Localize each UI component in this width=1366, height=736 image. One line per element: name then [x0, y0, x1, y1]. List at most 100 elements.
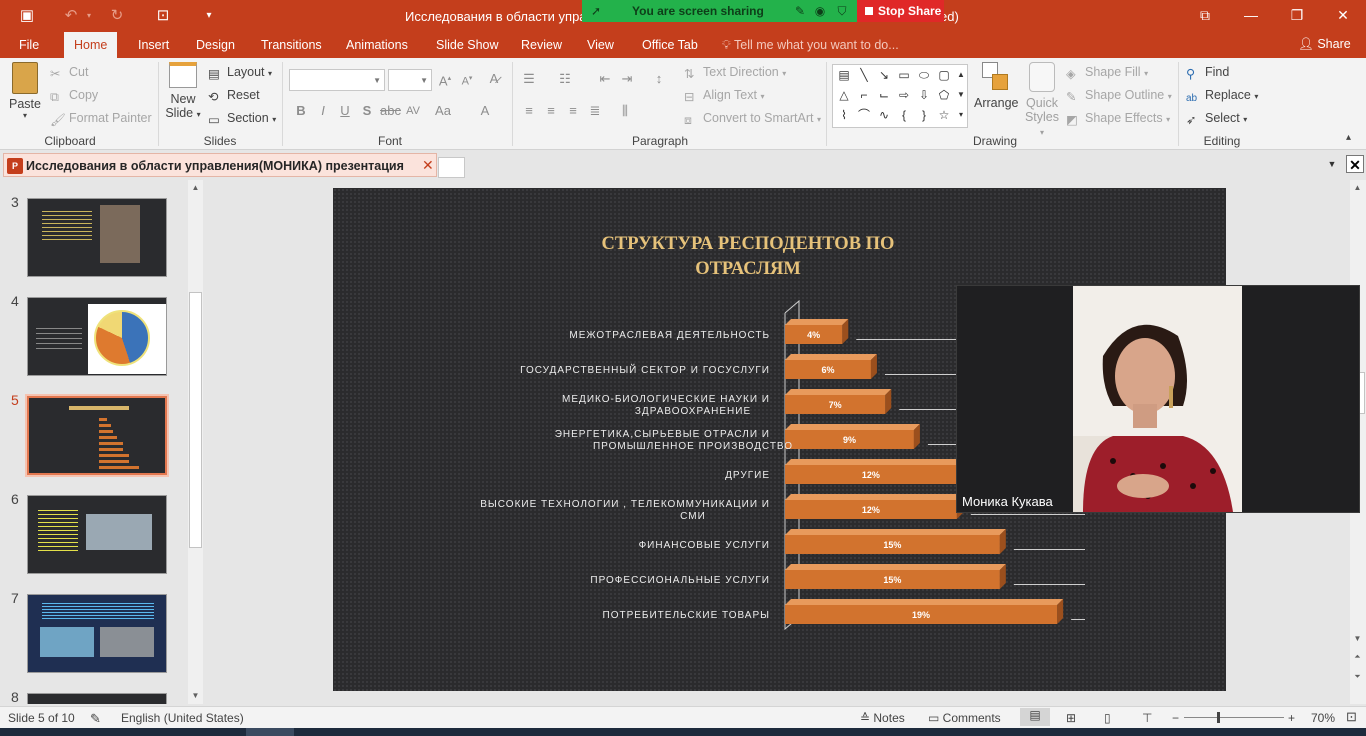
- rounded-rect-shape-icon[interactable]: ▢: [935, 66, 953, 84]
- fit-slide-icon[interactable]: ⊡: [1346, 709, 1357, 725]
- reading-view-icon[interactable]: ▯: [1104, 711, 1111, 725]
- notes-button[interactable]: ≙ Notes: [860, 711, 905, 725]
- text-shadow-icon[interactable]: S: [358, 102, 376, 120]
- arc-shape-icon[interactable]: ⌒: [855, 106, 873, 124]
- convert-smartart-button[interactable]: ⧈ Convert to SmartArt ▾: [684, 111, 821, 127]
- right-brace-shape-icon[interactable]: }: [915, 106, 933, 124]
- slide-thumbnail-5[interactable]: [25, 394, 169, 477]
- tab-insert[interactable]: Insert: [138, 38, 169, 52]
- star-shape-icon[interactable]: ☆: [935, 106, 953, 124]
- spelling-check-icon[interactable]: ✎: [90, 711, 101, 727]
- clear-formatting-icon[interactable]: A̷: [485, 70, 503, 88]
- align-center-icon[interactable]: ≡: [542, 102, 560, 120]
- tab-slide-show[interactable]: Slide Show: [436, 38, 499, 52]
- zoom-slider-thumb[interactable]: [1217, 712, 1220, 723]
- zoom-in-button[interactable]: +: [1288, 711, 1295, 725]
- tab-office-tab[interactable]: Office Tab: [642, 38, 698, 52]
- shape-outline-button[interactable]: ✎ Shape Outline ▾: [1066, 88, 1172, 104]
- bold-icon[interactable]: B: [292, 102, 310, 120]
- oval-shape-icon[interactable]: ⬭: [915, 66, 933, 84]
- zoom-level[interactable]: 70%: [1311, 711, 1335, 725]
- shape-effects-button[interactable]: ◩ Shape Effects ▾: [1066, 111, 1170, 127]
- close-all-tabs-icon[interactable]: ✕: [1346, 155, 1364, 173]
- align-right-icon[interactable]: ≡: [564, 102, 582, 120]
- font-name-combo[interactable]: ▼: [289, 69, 385, 91]
- rectangle-shape-icon[interactable]: ▭: [895, 66, 913, 84]
- scroll-up-icon[interactable]: ▲: [189, 182, 202, 194]
- bullets-icon[interactable]: ☰: [520, 70, 538, 88]
- restore-button[interactable]: ❐: [1282, 4, 1312, 26]
- customize-qat-icon[interactable]: ▾: [198, 6, 220, 26]
- shapes-gallery[interactable]: ▤ ╲ ↘ ▭ ⬭ ▢ △ ⌐ ⌙ ⇨ ⇩ ⬠ ⌇ ⌒ ∿ { } ☆ ▲ ▼ …: [832, 64, 968, 128]
- stop-share-button[interactable]: Stop Share: [857, 0, 944, 22]
- quick-styles-button[interactable]: Quick Styles ▾: [1022, 62, 1062, 138]
- freeform-shape-icon[interactable]: ⬠: [935, 86, 953, 104]
- normal-view-icon[interactable]: ▤: [1020, 708, 1050, 726]
- character-spacing-icon[interactable]: AV: [404, 102, 422, 120]
- font-size-combo[interactable]: ▼: [388, 69, 432, 91]
- thumbnail-scroll-thumb[interactable]: [189, 292, 202, 548]
- previous-slide-icon[interactable]: ⏶: [1351, 651, 1364, 663]
- tab-animations[interactable]: Animations: [346, 38, 408, 52]
- mic-muted-icon[interactable]: ✎: [792, 3, 808, 19]
- section-button[interactable]: ▭ Section ▾: [208, 111, 276, 127]
- thumbnail-scrollbar[interactable]: ▲ ▼: [188, 180, 203, 704]
- minimize-button[interactable]: —: [1236, 4, 1266, 26]
- scroll-down-icon[interactable]: ▼: [189, 690, 202, 702]
- wave-shape-icon[interactable]: ∿: [875, 106, 893, 124]
- font-color-icon[interactable]: A: [476, 102, 494, 120]
- tab-design[interactable]: Design: [196, 38, 235, 52]
- close-tab-icon[interactable]: ✕: [422, 157, 434, 174]
- paste-button[interactable]: Paste ▾: [8, 62, 42, 120]
- arrow-line-shape-icon[interactable]: ↘: [875, 66, 893, 84]
- copy-button[interactable]: ⧉ Copy: [50, 88, 98, 104]
- tell-me-search[interactable]: 💡︎ Tell me what you want to do...: [722, 38, 899, 53]
- zoom-out-button[interactable]: −: [1172, 711, 1179, 725]
- shield-icon[interactable]: ⛉: [834, 3, 850, 19]
- slide-thumbnail-3[interactable]: [27, 198, 167, 277]
- next-slide-icon[interactable]: ⏷: [1351, 671, 1364, 683]
- shrink-font-icon[interactable]: A▾: [458, 70, 476, 88]
- new-slide-button[interactable]: New Slide ▾: [164, 62, 202, 120]
- taskbar-active-app[interactable]: [246, 728, 294, 736]
- decrease-indent-icon[interactable]: ⇤: [596, 70, 614, 88]
- underline-icon[interactable]: U: [336, 102, 354, 120]
- scroll-down-icon[interactable]: ▼: [1351, 633, 1364, 645]
- slide-thumbnail-4[interactable]: [27, 297, 167, 376]
- ribbon-display-options-icon[interactable]: ⧉: [1190, 4, 1220, 26]
- undo-dropdown-icon[interactable]: ▾: [84, 6, 94, 26]
- justify-icon[interactable]: ≣: [586, 102, 604, 120]
- layout-button[interactable]: ▤ Layout ▾: [208, 65, 272, 81]
- italic-icon[interactable]: I: [314, 102, 332, 120]
- undo-icon[interactable]: ↶: [60, 6, 82, 26]
- textbox-shape-icon[interactable]: ▤: [835, 66, 853, 84]
- slide-thumbnail-7[interactable]: [27, 594, 167, 673]
- slide-show-view-icon[interactable]: ⊤: [1142, 711, 1152, 725]
- strikethrough-icon[interactable]: abc: [380, 102, 401, 120]
- replace-button[interactable]: ab Replace ▾: [1186, 88, 1258, 107]
- left-brace-shape-icon[interactable]: {: [895, 106, 913, 124]
- tab-file[interactable]: File: [19, 38, 39, 52]
- columns-icon[interactable]: ⫼: [616, 102, 634, 120]
- tab-list-dropdown-icon[interactable]: ▼: [1324, 156, 1340, 172]
- language-indicator[interactable]: English (United States): [121, 711, 244, 725]
- slide-thumbnail-8[interactable]: [27, 693, 167, 704]
- change-case-icon[interactable]: Aa: [434, 102, 452, 120]
- record-icon[interactable]: ◉: [812, 3, 828, 19]
- right-arrow-shape-icon[interactable]: ⇨: [895, 86, 913, 104]
- elbow-arrow-shape-icon[interactable]: ⌙: [875, 86, 893, 104]
- start-from-beginning-icon[interactable]: ⊡: [152, 6, 174, 26]
- line-spacing-icon[interactable]: ↕: [650, 70, 668, 88]
- gallery-more-icon[interactable]: ▾: [955, 106, 967, 124]
- increase-indent-icon[interactable]: ⇥: [618, 70, 636, 88]
- shape-fill-button[interactable]: ◈ Shape Fill ▾: [1066, 65, 1148, 81]
- elbow-connector-shape-icon[interactable]: ⌐: [855, 86, 873, 104]
- align-left-icon[interactable]: ≡: [520, 102, 538, 120]
- redo-icon[interactable]: ↻: [106, 6, 128, 26]
- scroll-up-icon[interactable]: ▲: [1351, 182, 1364, 194]
- slide-thumbnail-6[interactable]: [27, 495, 167, 574]
- arrange-button[interactable]: Arrange: [974, 62, 1018, 110]
- document-tab[interactable]: P Исследования в области управления(МОНИ…: [3, 153, 437, 177]
- tab-home[interactable]: Home: [64, 32, 118, 58]
- tab-review[interactable]: Review: [521, 38, 562, 52]
